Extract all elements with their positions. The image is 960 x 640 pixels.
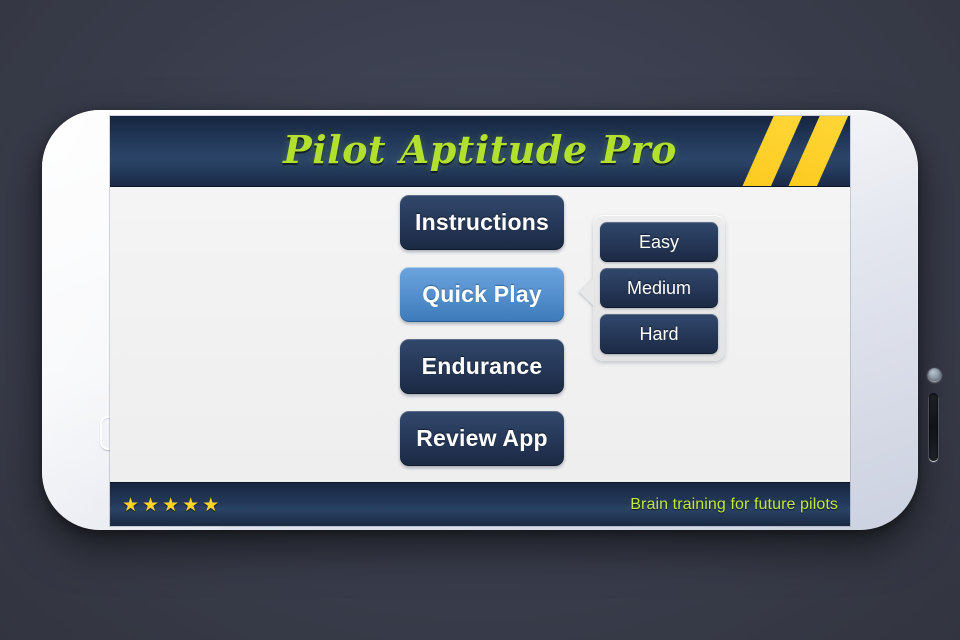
submenu-pointer-icon [579,278,594,306]
star-icon: ★ [182,494,200,516]
difficulty-option-easy[interactable]: Easy [600,222,718,262]
difficulty-option-medium[interactable]: Medium [600,268,718,308]
menu-item-instructions[interactable]: Instructions [400,195,564,250]
star-icon: ★ [122,494,140,516]
star-icon: ★ [202,494,220,516]
footer-tagline: Brain training for future pilots [630,496,838,513]
star-rating[interactable]: ★ ★ ★ ★ ★ [122,496,219,515]
menu-item-endurance[interactable]: Endurance [400,339,564,394]
app-screen: Pilot Aptitude Pro Instructions Quick Pl… [110,116,850,526]
difficulty-option-hard[interactable]: Hard [600,314,718,354]
menu-item-review-app[interactable]: Review App [400,411,564,466]
app-footer: ★ ★ ★ ★ ★ Brain training for future pilots [110,482,850,526]
app-header: Pilot Aptitude Pro [110,116,850,187]
star-icon: ★ [162,494,180,516]
front-camera-icon [928,368,941,381]
menu-item-quick-play[interactable]: Quick Play [400,267,564,322]
earpiece-speaker [929,393,938,461]
app-title: Pilot Aptitude Pro [283,127,677,172]
difficulty-submenu: Easy Medium Hard [579,215,725,361]
star-icon: ★ [142,494,160,516]
app-body: Instructions Quick Play Endurance Review… [110,187,850,482]
main-menu: Instructions Quick Play Endurance Review… [400,195,564,466]
